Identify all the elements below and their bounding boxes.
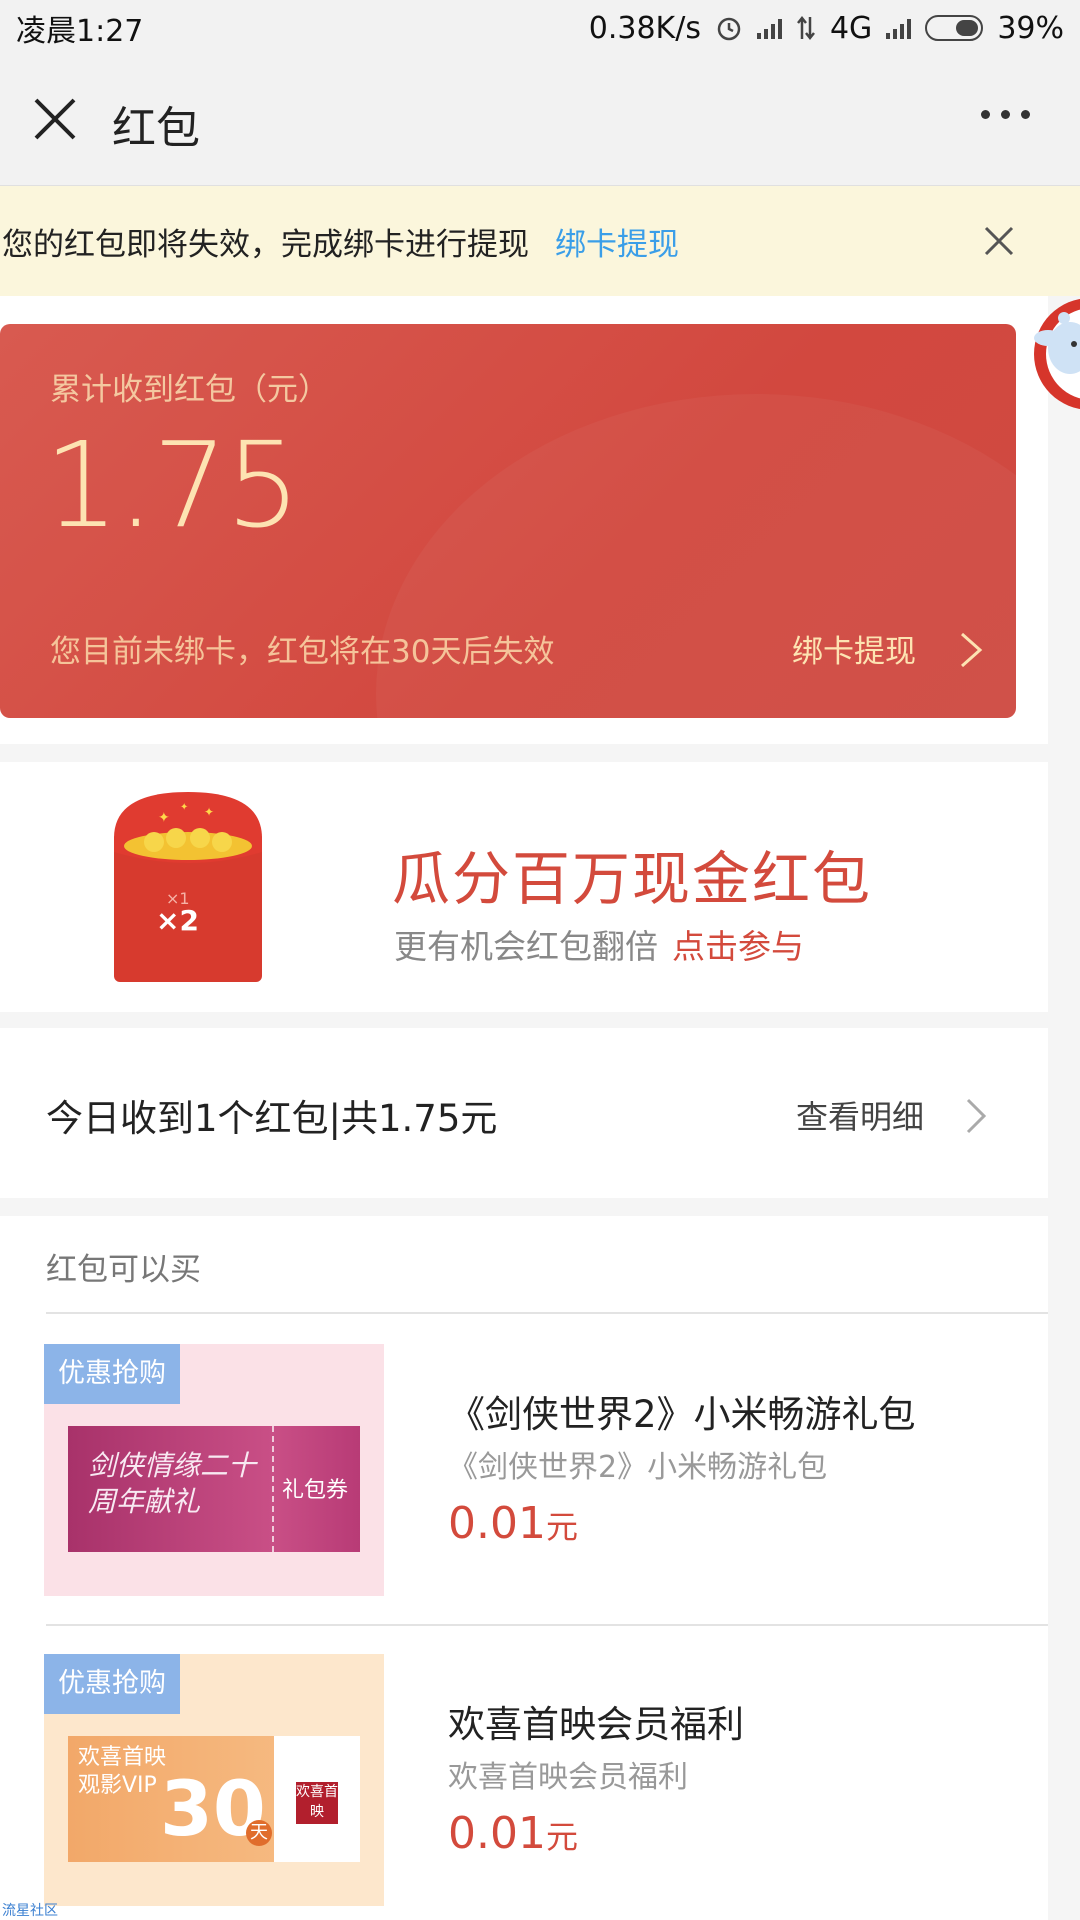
- notice-bind-card-link[interactable]: 绑卡提现: [555, 219, 679, 264]
- close-icon[interactable]: [982, 224, 1016, 258]
- svg-text:✦: ✦: [158, 810, 170, 826]
- envelope-multiplier: ×2: [156, 904, 199, 937]
- product-name[interactable]: 欢喜首映会员福利: [448, 1694, 744, 1748]
- watermark: 流星社区: [2, 1903, 58, 1919]
- gift-coupon-image: 剑侠情缘二十周年献礼 礼包券: [68, 1426, 360, 1552]
- chevron-right-icon[interactable]: [958, 630, 984, 670]
- view-details-link[interactable]: 查看明细: [796, 1092, 924, 1138]
- promo-title: 瓜分百万现金红包: [392, 845, 873, 913]
- product-subtitle: 欢喜首映会员福利: [448, 1760, 688, 1795]
- close-icon[interactable]: [32, 96, 78, 142]
- today-summary-text: 今日收到1个红包|共1.75元: [46, 1097, 498, 1140]
- notice-message: 您的红包即将失效，完成绑卡进行提现: [2, 226, 529, 263]
- data-arrows-icon: [796, 15, 815, 41]
- product-name[interactable]: 《剑侠世界2》小米畅游礼包: [448, 1384, 916, 1438]
- promo-subtitle: 更有机会红包翻倍 点击参与: [394, 920, 804, 968]
- battery-icon: [925, 15, 984, 41]
- brand-logo: 欢喜首映: [296, 1782, 338, 1824]
- total-amount: 1.75: [44, 416, 301, 554]
- mascot-icon[interactable]: [1030, 288, 1080, 420]
- status-icons: 0.38K/s 4G 39%: [589, 11, 1064, 46]
- promo-badge: 优惠抢购: [44, 1654, 180, 1714]
- price-unit: 元: [545, 1508, 578, 1546]
- coupon-day-unit: 天: [246, 1820, 272, 1846]
- network-type: 4G: [829, 10, 873, 46]
- divider: [46, 1624, 1048, 1626]
- page-title: 红包: [112, 103, 200, 154]
- promo-join-link[interactable]: 点击参与: [672, 927, 804, 966]
- expiry-warning: 您目前未绑卡，红包将在30天后失效: [50, 634, 555, 670]
- alarm-icon: [717, 17, 741, 41]
- promo-subtitle-text: 更有机会红包翻倍: [394, 927, 658, 966]
- price-value: 0.01: [448, 1808, 546, 1859]
- product-image[interactable]: 剑侠情缘二十周年献礼 礼包券 优惠抢购: [44, 1344, 384, 1596]
- divider: [46, 1312, 1048, 1314]
- price-value: 0.01: [448, 1498, 546, 1549]
- shop-section: 红包可以买 剑侠情缘二十周年献礼 礼包券 优惠抢购 《剑侠世界2》小米畅游礼包 …: [0, 1216, 1048, 1920]
- today-summary-row[interactable]: 今日收到1个红包|共1.75元 查看明细: [0, 1028, 1048, 1198]
- promo-badge: 优惠抢购: [44, 1344, 180, 1404]
- red-envelope-icon: ✦ ✦ ✦ ×1 ×2: [114, 792, 262, 982]
- bind-card-button[interactable]: 绑卡提现: [792, 626, 916, 671]
- coupon-label: 礼包券: [282, 1478, 349, 1503]
- signal-icon: [886, 17, 912, 39]
- svg-text:✦: ✦: [180, 802, 188, 813]
- svg-text:✦: ✦: [204, 805, 214, 819]
- more-icon[interactable]: [981, 110, 1030, 119]
- title-bar: 红包: [0, 56, 1080, 186]
- signal-icon: [756, 17, 782, 39]
- network-speed: 0.38K/s: [588, 10, 701, 46]
- status-time: 凌晨1:27: [16, 14, 144, 49]
- total-redpacket-card: 累计收到红包（元） 1.75 您目前未绑卡，红包将在30天后失效 绑卡提现: [0, 324, 1016, 718]
- promo-banner[interactable]: ✦ ✦ ✦ ×1 ×2 瓜分百万现金红包 更有机会红包翻倍 点击参与: [0, 762, 1048, 1012]
- product-price: 0.01元: [448, 1808, 578, 1859]
- product-image[interactable]: 欢喜首映观影VIP 30 天 欢喜首映 优惠抢购: [44, 1654, 384, 1906]
- battery-percent: 39%: [997, 10, 1064, 46]
- vip-coupon-image: 欢喜首映观影VIP 30 天 欢喜首映: [68, 1736, 360, 1862]
- status-bar: 凌晨1:27 0.38K/s 4G 39%: [0, 0, 1080, 56]
- product-price: 0.01元: [448, 1498, 578, 1549]
- expiry-notice: 您的红包即将失效，完成绑卡进行提现 绑卡提现: [0, 186, 1080, 296]
- shop-section-title: 红包可以买: [46, 1252, 201, 1288]
- price-unit: 元: [545, 1818, 578, 1856]
- total-label: 累计收到红包（元）: [50, 372, 329, 408]
- coupon-script-text: 剑侠情缘二十周年献礼: [88, 1449, 257, 1518]
- product-subtitle: 《剑侠世界2》小米畅游礼包: [448, 1450, 828, 1485]
- chevron-right-icon[interactable]: [964, 1096, 988, 1136]
